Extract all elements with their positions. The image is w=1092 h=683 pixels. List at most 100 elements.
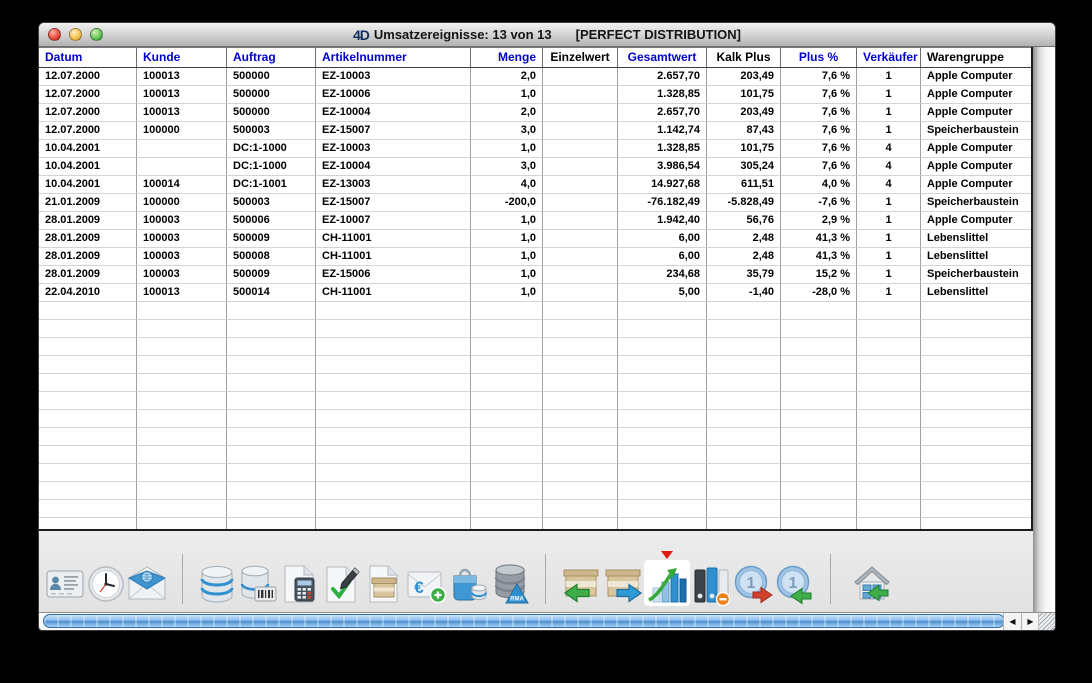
cell-gesamtwert [618,428,707,446]
toolbar-separator [830,554,831,604]
cell-einzelwert [543,500,618,518]
table-row[interactable]: 10.04.2001100014DC:1-1001EZ-130034,014.9… [39,176,1031,194]
cell-verkäufer [857,428,921,446]
goods-out-button[interactable] [602,562,644,606]
cell-datum: 12.07.2000 [39,68,137,86]
table-row[interactable]: 21.01.2009100000500003EZ-15007-200,0-76.… [39,194,1031,212]
cell-plus-: 7,6 % [781,104,857,122]
window-resize-grip[interactable] [1038,613,1055,630]
archive-binders-button[interactable] [690,562,732,606]
cell-plus- [781,392,857,410]
table-row[interactable]: 28.01.2009100003500009EZ-150061,0234,683… [39,266,1031,284]
column-header-warengruppe[interactable]: Warengruppe [921,48,1033,67]
column-header-datum[interactable]: Datum [39,48,137,67]
table-row[interactable]: 22.04.2010100013500014CH-110011,05,00-1,… [39,284,1031,302]
cell-warengruppe: Speicherbaustein [921,194,1031,212]
cell-kalk-plus [707,482,781,500]
returns-database-rma-button[interactable]: RMA [489,562,531,606]
table-row[interactable]: 12.07.2000100013500000EZ-100042,02.657,7… [39,104,1031,122]
delivery-note-package-button[interactable] [363,562,405,606]
database-barcode-button[interactable] [237,562,279,606]
cell-menge [471,500,543,518]
cell-warengruppe [921,464,1031,482]
column-header-plus-[interactable]: Plus % [781,48,857,67]
scroll-right-arrow[interactable]: ▶ [1021,613,1039,630]
main-area: DatumKundeAuftragArtikelnummerMengeEinze… [39,47,1055,612]
cell-kunde [137,464,227,482]
column-header-artikelnummer[interactable]: Artikelnummer [316,48,471,67]
home-back-button[interactable] [851,562,893,606]
cell-datum [39,500,137,518]
cell-gesamtwert [618,446,707,464]
cell-menge [471,338,543,356]
mail-globe-button[interactable] [126,562,168,606]
cell-kunde: 100013 [137,104,227,122]
column-header-gesamtwert[interactable]: Gesamtwert [618,48,707,67]
address-card-button[interactable] [44,562,86,606]
table-row[interactable]: 10.04.2001DC:1-1000EZ-100043,03.986,5430… [39,158,1031,176]
column-header-kunde[interactable]: Kunde [137,48,227,67]
cell-warengruppe [921,320,1031,338]
cell-menge: 2,0 [471,68,543,86]
cell-einzelwert [543,104,618,122]
table-row[interactable]: 12.07.2000100013500000EZ-100032,02.657,7… [39,68,1031,86]
cell-gesamtwert [618,356,707,374]
cell-warengruppe [921,500,1031,518]
svg-text:RMA: RMA [510,597,524,603]
table-row[interactable]: 10.04.2001DC:1-1000EZ-100031,01.328,8510… [39,140,1031,158]
scroll-left-arrow[interactable]: ◀ [1003,613,1021,630]
cell-kalk-plus [707,392,781,410]
column-header-auftrag[interactable]: Auftrag [227,48,316,67]
column-header-einzelwert[interactable]: Einzelwert [543,48,618,67]
invoice-calculator-button[interactable] [279,562,321,606]
cell-warengruppe: Lebenslittel [921,230,1031,248]
cell-kalk-plus [707,338,781,356]
cell-menge: 4,0 [471,176,543,194]
cell-datum: 28.01.2009 [39,248,137,266]
cell-warengruppe [921,518,1031,529]
horizontal-scrollbar-thumb[interactable] [43,614,1005,628]
currency-out-button[interactable]: 1 [732,562,774,606]
offer-euro-add-button[interactable]: € [405,562,447,606]
svg-text:1: 1 [789,575,798,592]
table-row[interactable]: 12.07.2000100000500003EZ-150073,01.142,7… [39,122,1031,140]
sales-events-chart-button[interactable] [644,560,690,606]
column-header-kalk-plus[interactable]: Kalk Plus [707,48,781,67]
column-header-menge[interactable]: Menge [471,48,543,67]
goods-in-button[interactable] [560,562,602,606]
cell-menge [471,392,543,410]
cell-menge: 1,0 [471,140,543,158]
cell-menge [471,356,543,374]
cell-einzelwert [543,230,618,248]
cell-warengruppe: Apple Computer [921,68,1031,86]
cell-verkäufer: 1 [857,104,921,122]
table-row[interactable]: 12.07.2000100013500000EZ-100061,01.328,8… [39,86,1031,104]
table-row[interactable]: 28.01.2009100003500009CH-110011,06,002,4… [39,230,1031,248]
cell-plus- [781,464,857,482]
cell-artikelnummer: EZ-10004 [316,158,471,176]
order-check-button[interactable] [321,562,363,606]
database-button[interactable] [197,562,237,606]
returns-database-rma-icon: RMA [489,562,531,606]
table-row[interactable]: 28.01.2009100003500006EZ-100071,01.942,4… [39,212,1031,230]
history-clock-button[interactable] [86,562,126,606]
cell-kalk-plus [707,374,781,392]
cell-gesamtwert [618,482,707,500]
horizontal-scrollbar[interactable]: ◀ ▶ [39,612,1055,630]
cell-gesamtwert [618,410,707,428]
cell-plus-: 7,6 % [781,122,857,140]
currency-in-button[interactable]: 1 [774,562,816,606]
cell-datum [39,410,137,428]
cell-kunde: 100013 [137,68,227,86]
cell-kalk-plus: 305,24 [707,158,781,176]
cell-kalk-plus [707,500,781,518]
column-header-verkäufer[interactable]: Verkäufer [857,48,921,67]
cell-datum: 28.01.2009 [39,212,137,230]
vertical-scrollbar-track[interactable] [1033,47,1055,612]
purchase-bag-database-button[interactable] [447,562,489,606]
cell-einzelwert [543,446,618,464]
cell-auftrag: 500014 [227,284,316,302]
title-bar[interactable]: 4D Umsatzereignisse: 13 von 13 [PERFECT … [39,23,1055,47]
table-row[interactable]: 28.01.2009100003500008CH-110011,06,002,4… [39,248,1031,266]
database-barcode-icon [237,562,279,606]
